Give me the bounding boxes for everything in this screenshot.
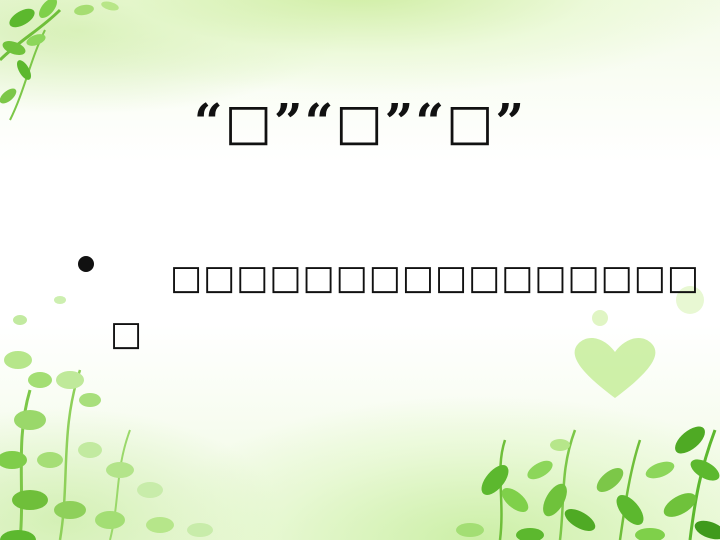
bottom-right-leaves bbox=[456, 426, 720, 540]
slide: “□”“□”“□” □□□□□□□□□□□□□□□□□ bbox=[0, 0, 720, 540]
bullet-point-icon bbox=[78, 256, 94, 272]
bullet-text: □□□□□□□□□□□□□□□□□ bbox=[110, 258, 700, 354]
slide-title: “□”“□”“□” bbox=[193, 92, 527, 151]
